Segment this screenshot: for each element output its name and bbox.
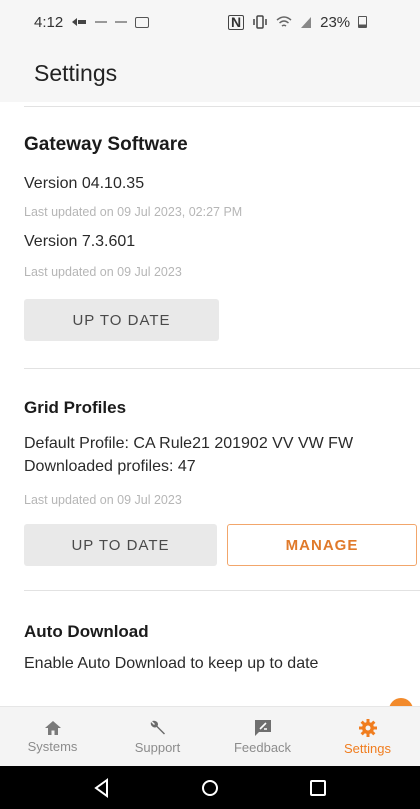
home-icon bbox=[44, 720, 61, 735]
nav-settings[interactable]: Settings bbox=[315, 707, 420, 766]
recents-button[interactable] bbox=[298, 773, 338, 803]
nav-label: Feedback bbox=[233, 739, 292, 755]
gateway-updated-2: Last updated on 09 Jul 2023 bbox=[24, 265, 182, 279]
home-button[interactable] bbox=[190, 773, 230, 803]
grid-downloaded-profiles: Downloaded profiles: 47 bbox=[24, 458, 196, 475]
system-nav-bar bbox=[0, 766, 420, 809]
notification-icon bbox=[72, 18, 87, 26]
grid-up-to-date-button[interactable]: UP TO DATE bbox=[24, 524, 217, 566]
status-bar: 4:12 N 23% bbox=[0, 0, 420, 44]
nfc-icon: N bbox=[228, 14, 245, 30]
signal-icon bbox=[301, 16, 312, 28]
back-icon bbox=[94, 777, 108, 798]
nav-label: Settings bbox=[344, 740, 391, 756]
nav-systems[interactable]: Systems bbox=[0, 707, 105, 766]
gateway-up-to-date-button[interactable]: UP TO DATE bbox=[24, 299, 219, 341]
nav-label: Systems bbox=[27, 738, 78, 754]
status-time: 4:12 bbox=[34, 13, 64, 31]
back-button[interactable] bbox=[82, 773, 122, 803]
gear-icon bbox=[358, 718, 377, 737]
image-icon bbox=[135, 16, 150, 28]
gateway-section-title: Gateway Software bbox=[24, 134, 188, 155]
battery-icon bbox=[358, 16, 368, 28]
nav-feedback[interactable]: Feedback bbox=[210, 707, 315, 766]
wifi-icon bbox=[276, 15, 292, 27]
dash-icon bbox=[115, 21, 128, 23]
home-circle-icon bbox=[202, 779, 218, 796]
nav-label: Support bbox=[134, 739, 181, 755]
battery-percent: 23% bbox=[320, 13, 351, 31]
nav-support[interactable]: Support bbox=[105, 707, 210, 766]
dash-icon bbox=[95, 21, 108, 23]
grid-default-profile: Default Profile: CA Rule21 201902 VV VW … bbox=[24, 435, 354, 452]
page-title: Settings bbox=[34, 59, 118, 86]
divider bbox=[24, 106, 420, 107]
divider bbox=[24, 368, 420, 369]
auto-download-title: Auto Download bbox=[24, 622, 149, 641]
app-bar: Settings bbox=[0, 44, 420, 102]
gateway-version-1: Version 04.10.35 bbox=[24, 175, 145, 192]
feedback-icon bbox=[254, 719, 271, 736]
settings-content[interactable]: Gateway Software Version 04.10.35 Last u… bbox=[0, 102, 420, 706]
toggle-knob[interactable] bbox=[389, 698, 413, 706]
grid-section-title: Grid Profiles bbox=[24, 398, 127, 417]
grid-updated: Last updated on 09 Jul 2023 bbox=[24, 493, 182, 507]
auto-download-description: Enable Auto Download to keep up to date bbox=[24, 655, 319, 672]
divider bbox=[24, 590, 420, 591]
wrench-icon bbox=[150, 720, 165, 734]
bottom-nav: Systems Support Feedback Settings bbox=[0, 706, 420, 766]
vibrate-icon bbox=[253, 15, 267, 29]
recents-icon bbox=[310, 779, 326, 796]
gateway-updated-1: Last updated on 09 Jul 2023, 02:27 PM bbox=[24, 205, 243, 219]
manage-button[interactable]: MANAGE bbox=[227, 524, 417, 566]
gateway-version-2: Version 7.3.601 bbox=[24, 233, 136, 250]
